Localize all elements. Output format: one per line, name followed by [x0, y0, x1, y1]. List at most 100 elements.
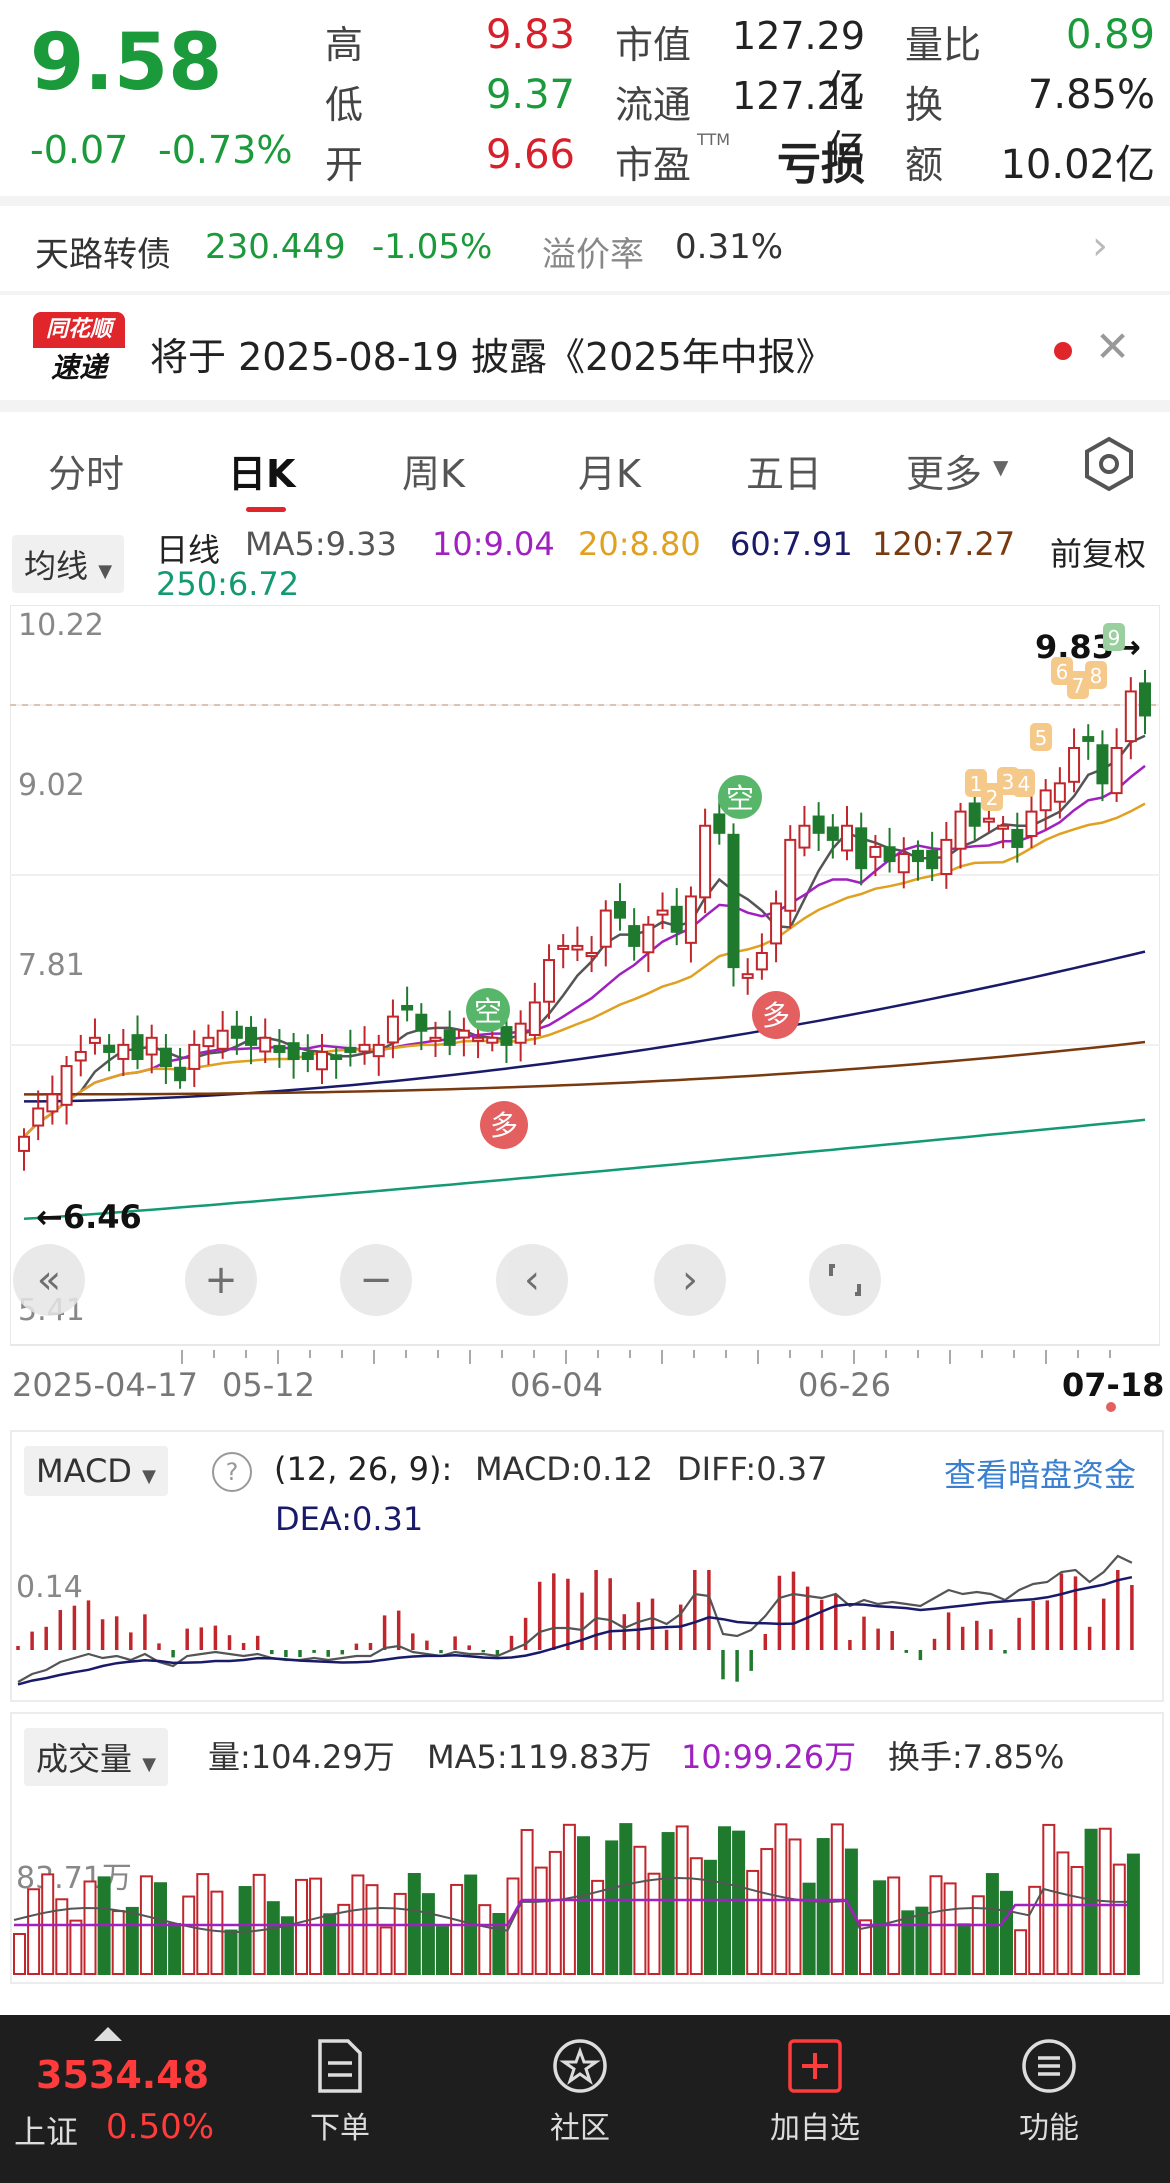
cb-name: 天路转债	[35, 235, 171, 275]
candle	[727, 823, 740, 987]
diff-value: DIFF:0.37	[677, 1450, 828, 1488]
tab-weekly-k[interactable]: 周K	[402, 443, 465, 498]
scroll-left-far-button[interactable]: «	[13, 1244, 85, 1316]
volume-bar	[943, 1882, 957, 1975]
scroll-left-button[interactable]: ‹	[496, 1244, 568, 1316]
signal-long-1: 多	[480, 1101, 528, 1149]
volume-bar	[873, 1880, 887, 1975]
x-tick-label: 06-26	[798, 1366, 891, 1404]
menu-circle-icon	[1022, 2039, 1076, 2093]
tab-daily-k[interactable]: 日K	[228, 443, 295, 498]
tab-monthly-k[interactable]: 月K	[578, 443, 641, 498]
volume-bar	[534, 1866, 548, 1975]
ths-logo: 同花顺 速递	[33, 312, 125, 392]
convertible-bond-row[interactable]: 天路转债 230.449 -1.05% 溢价率 0.31% ›	[0, 205, 1170, 291]
ma60-value: 60:7.91	[730, 525, 853, 563]
x-tick-label: 06-04	[510, 1366, 603, 1404]
svg-text:1: 1	[970, 772, 983, 796]
community-button[interactable]: 社区	[530, 2037, 630, 2147]
volume-bar	[393, 1892, 407, 1975]
volume-bar	[83, 1880, 97, 1975]
fullscreen-icon[interactable]	[809, 1244, 881, 1316]
volume-bar	[1084, 1828, 1098, 1975]
candlestick-chart[interactable]: 10.22 9.02 7.81 5.41 9.83→ ←6.46 空 多 空 多…	[10, 605, 1160, 1350]
count-badge: 5	[1030, 723, 1052, 751]
volume-bar	[647, 1872, 661, 1975]
scroll-right-button[interactable]: ›	[654, 1244, 726, 1316]
volume-bar	[1112, 1863, 1126, 1975]
svg-text:6: 6	[1056, 660, 1069, 684]
volume-bar	[901, 1910, 915, 1975]
volume-bar	[492, 1913, 506, 1975]
volume-bar	[605, 1840, 619, 1975]
volume-bar	[210, 1890, 224, 1975]
add-watchlist-button[interactable]: 加自选	[760, 2037, 870, 2147]
signal-long-2: 多	[752, 991, 800, 1039]
volume-bar	[577, 1836, 590, 1975]
tab-five-day[interactable]: 五日	[746, 443, 822, 498]
svg-text:3: 3	[1002, 770, 1015, 794]
dark-pool-link[interactable]: 查看暗盘资金	[944, 1450, 1136, 1496]
turnover-label: 换	[905, 83, 944, 127]
volume-bar	[1070, 1865, 1084, 1975]
low-marker: ←6.46	[36, 1198, 142, 1236]
volume-bar	[802, 1882, 816, 1975]
volume-bar	[111, 1910, 125, 1975]
volume-bar	[365, 1884, 379, 1975]
ma-legend: 均线 ▼ 日线 MA5:9.33 10:9.04 20:8.80 60:7.91…	[0, 515, 1170, 605]
cb-price: 230.449	[205, 227, 346, 267]
volume-bar	[323, 1913, 337, 1976]
ma-selector[interactable]: 均线 ▼	[12, 535, 125, 593]
close-icon[interactable]: ✕	[1095, 322, 1130, 371]
index-name: 上证	[14, 2113, 79, 2151]
volume-chart	[13, 1823, 1140, 1976]
chevron-right-icon: ›	[1092, 223, 1108, 269]
amount-label: 额	[905, 143, 944, 187]
caret-down-icon: ▼	[98, 561, 113, 582]
tab-more[interactable]: 更多	[906, 443, 982, 498]
volume-bar	[13, 1933, 26, 1975]
index-value[interactable]: 3534.48	[36, 2053, 209, 2097]
caret-down-icon: ▼	[993, 455, 1009, 479]
ma20-value: 20:8.80	[578, 525, 701, 563]
volume-bar	[450, 1883, 464, 1975]
macd-chart	[16, 1554, 1134, 1686]
volume-bar	[689, 1857, 703, 1975]
turnover-value: 7.85%	[1027, 72, 1155, 118]
volume-bar	[1000, 1890, 1013, 1975]
settings-hexagon-icon[interactable]	[1080, 435, 1138, 493]
help-icon[interactable]: ?	[212, 1452, 252, 1492]
volume-bar	[1126, 1853, 1140, 1975]
notice-text: 将于 2025-08-19 披露《2025年中报》	[150, 335, 834, 379]
x-tick-label-current: 07-18	[1062, 1366, 1165, 1404]
macd-params: (12, 26, 9):	[274, 1450, 453, 1488]
svg-text:7: 7	[1072, 674, 1085, 698]
order-button[interactable]: 下单	[290, 2037, 390, 2147]
count-badge: 9	[1103, 623, 1125, 651]
notice-banner[interactable]: 同花顺 速递 将于 2025-08-19 披露《2025年中报》 ✕	[0, 300, 1170, 400]
volume-bar	[1056, 1851, 1070, 1975]
open-value: 9.66	[485, 132, 575, 178]
volume-bar	[309, 1877, 323, 1975]
y-tick-label: 9.02	[18, 768, 85, 803]
high-value: 9.83	[485, 12, 575, 58]
adjust-mode[interactable]: 前复权	[1050, 529, 1146, 575]
pe-value: 亏损	[777, 139, 865, 190]
open-label: 开	[325, 143, 364, 187]
zoom-out-button[interactable]: −	[340, 1244, 412, 1316]
function-button[interactable]: 功能	[999, 2037, 1099, 2147]
expand-up-icon[interactable]	[94, 2027, 122, 2041]
volume-bar	[746, 1869, 760, 1975]
volume-bar	[760, 1848, 774, 1975]
ma5-value: MA5:9.33	[245, 525, 397, 563]
svg-text:空: 空	[474, 995, 502, 1028]
volume-bar	[266, 1901, 280, 1975]
chart-frame	[10, 605, 1160, 1346]
macd-selector[interactable]: MACD ▼	[24, 1446, 168, 1496]
volume-bar	[915, 1906, 929, 1975]
caret-down-icon: ▼	[142, 1466, 156, 1487]
tab-intraday[interactable]: 分时	[48, 443, 124, 498]
x-tick-label: 05-12	[222, 1366, 315, 1404]
zoom-in-button[interactable]: +	[185, 1244, 257, 1316]
last-price: 9.58	[30, 18, 223, 108]
